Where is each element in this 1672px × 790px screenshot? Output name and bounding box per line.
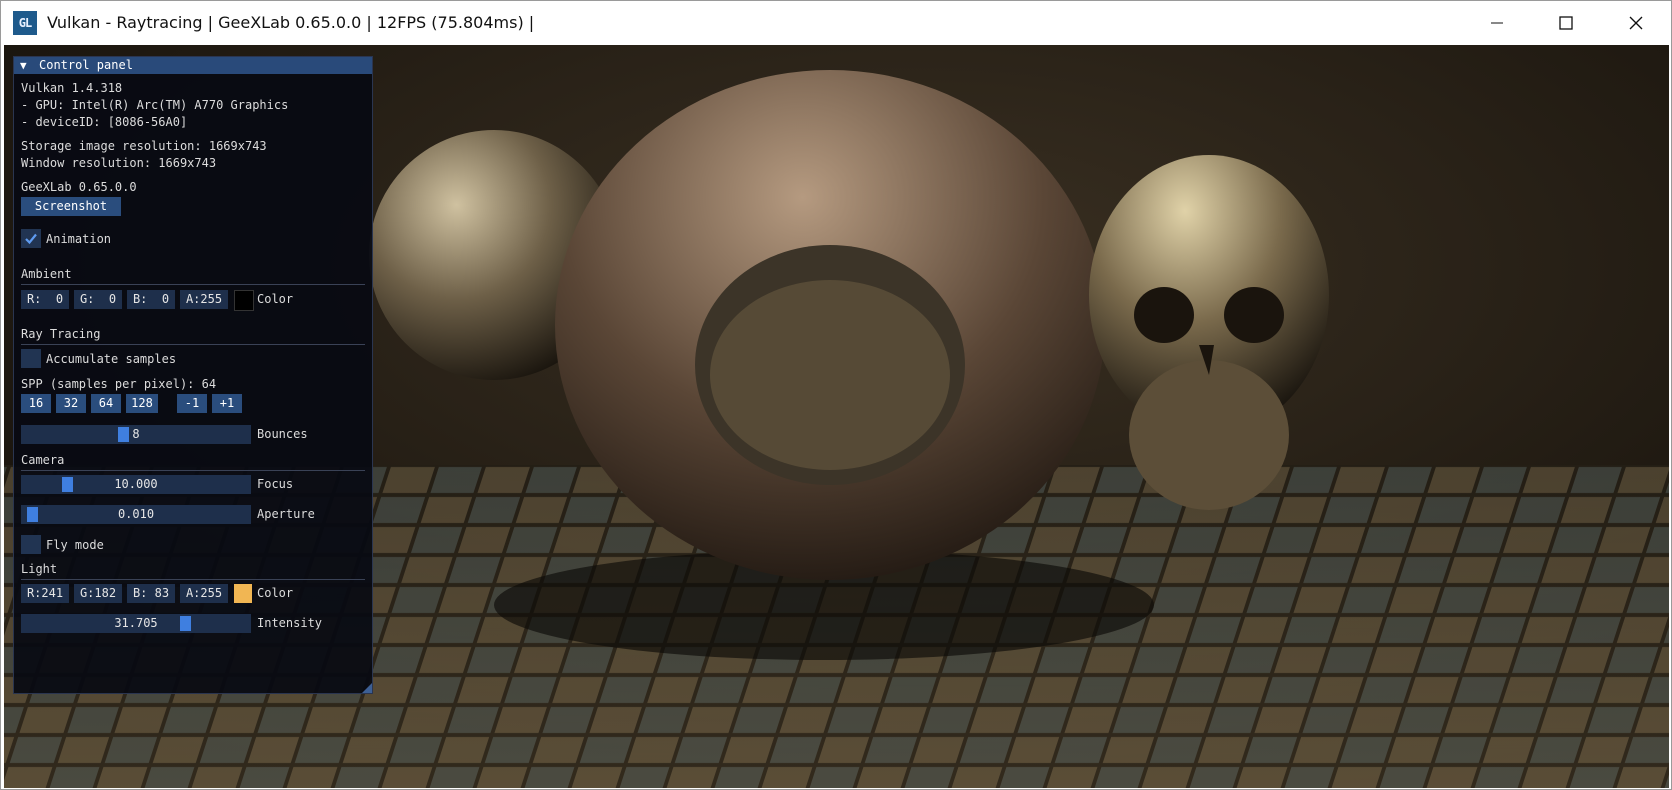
aperture-label: Aperture bbox=[257, 507, 315, 521]
light-color-swatch[interactable] bbox=[234, 584, 252, 603]
control-panel[interactable]: ▼ Control panel Vulkan 1.4.318 - GPU: In… bbox=[13, 56, 373, 694]
spp-decrement-button[interactable]: -1 bbox=[177, 394, 207, 413]
spp-64-button[interactable]: 64 bbox=[91, 394, 121, 413]
screenshot-button[interactable]: Screenshot bbox=[21, 197, 121, 216]
ambient-a-field[interactable]: A:255 bbox=[180, 290, 228, 309]
window-title: Vulkan - Raytracing | GeeXLab 0.65.0.0 |… bbox=[47, 13, 535, 32]
spp-label: SPP (samples per pixel): 64 bbox=[21, 377, 217, 391]
ambient-color-swatch[interactable] bbox=[234, 290, 254, 311]
camera-separator bbox=[21, 470, 365, 471]
fly-mode-label: Fly mode bbox=[46, 538, 104, 552]
light-b-field[interactable]: B: 83 bbox=[127, 584, 175, 603]
maximize-button[interactable] bbox=[1534, 1, 1598, 45]
spp-128-button[interactable]: 128 bbox=[126, 394, 158, 413]
ambient-header: Ambient bbox=[21, 267, 72, 281]
light-header: Light bbox=[21, 562, 58, 576]
aperture-slider[interactable]: 0.010 bbox=[21, 505, 251, 524]
accumulate-samples-checkbox[interactable] bbox=[21, 349, 41, 368]
collapse-arrow-icon[interactable]: ▼ bbox=[20, 57, 27, 74]
ambient-r-field[interactable]: R: 0 bbox=[21, 290, 69, 309]
light-color-label: Color bbox=[257, 586, 294, 600]
ray-tracing-separator bbox=[21, 344, 365, 345]
animation-checkbox[interactable] bbox=[21, 229, 41, 248]
focus-value: 10.000 bbox=[114, 477, 158, 491]
check-icon bbox=[25, 233, 37, 245]
control-panel-header[interactable]: ▼ Control panel bbox=[14, 57, 372, 74]
bounces-value: 8 bbox=[132, 427, 140, 441]
fly-mode-checkbox[interactable] bbox=[21, 535, 41, 554]
minimize-button[interactable] bbox=[1465, 1, 1529, 45]
geexlab-version-text: GeeXLab 0.65.0.0 bbox=[21, 180, 137, 194]
focus-label: Focus bbox=[257, 477, 294, 491]
bounces-label: Bounces bbox=[257, 427, 308, 441]
aperture-value: 0.010 bbox=[117, 507, 155, 521]
focus-slider[interactable]: 10.000 bbox=[21, 475, 251, 494]
ambient-color-label: Color bbox=[257, 292, 294, 306]
intensity-slider[interactable]: 31.705 bbox=[21, 614, 251, 633]
light-a-field[interactable]: A:255 bbox=[180, 584, 228, 603]
panel-resize-grip[interactable] bbox=[362, 683, 372, 693]
ambient-b-field[interactable]: B: 0 bbox=[127, 290, 175, 309]
intensity-label: Intensity bbox=[257, 616, 323, 630]
spp-increment-button[interactable]: +1 bbox=[212, 394, 242, 413]
control-panel-title: Control panel bbox=[39, 58, 133, 72]
device-id-text: - deviceID: [8086-56A0] bbox=[21, 115, 188, 129]
title-bar[interactable]: GL Vulkan - Raytracing | GeeXLab 0.65.0.… bbox=[1, 1, 1671, 45]
spp-32-button[interactable]: 32 bbox=[56, 394, 86, 413]
app-window: GL Vulkan - Raytracing | GeeXLab 0.65.0.… bbox=[0, 0, 1672, 790]
accumulate-samples-label: Accumulate samples bbox=[46, 352, 177, 366]
storage-resolution-text: Storage image resolution: 1669x743 bbox=[21, 139, 267, 153]
ambient-separator bbox=[21, 284, 365, 285]
geexlab-app-icon: GL bbox=[13, 11, 37, 35]
intensity-value: 31.705 bbox=[114, 616, 158, 630]
animation-label: Animation bbox=[46, 232, 112, 246]
minimize-icon bbox=[1491, 22, 1503, 24]
window-resolution-text: Window resolution: 1669x743 bbox=[21, 156, 217, 170]
spp-16-button[interactable]: 16 bbox=[21, 394, 51, 413]
close-button[interactable] bbox=[1604, 1, 1668, 45]
bounces-slider[interactable]: 8 bbox=[21, 425, 251, 444]
light-separator bbox=[21, 579, 365, 580]
gpu-name-text: - GPU: Intel(R) Arc(TM) A770 Graphics bbox=[21, 98, 289, 112]
maximize-icon bbox=[1559, 16, 1573, 30]
vulkan-version-text: Vulkan 1.4.318 bbox=[21, 81, 123, 95]
close-icon bbox=[1629, 16, 1643, 30]
ambient-g-field[interactable]: G: 0 bbox=[74, 290, 122, 309]
light-g-field[interactable]: G:182 bbox=[74, 584, 122, 603]
camera-header: Camera bbox=[21, 453, 65, 467]
ray-tracing-header: Ray Tracing bbox=[21, 327, 101, 341]
light-r-field[interactable]: R:241 bbox=[21, 584, 69, 603]
